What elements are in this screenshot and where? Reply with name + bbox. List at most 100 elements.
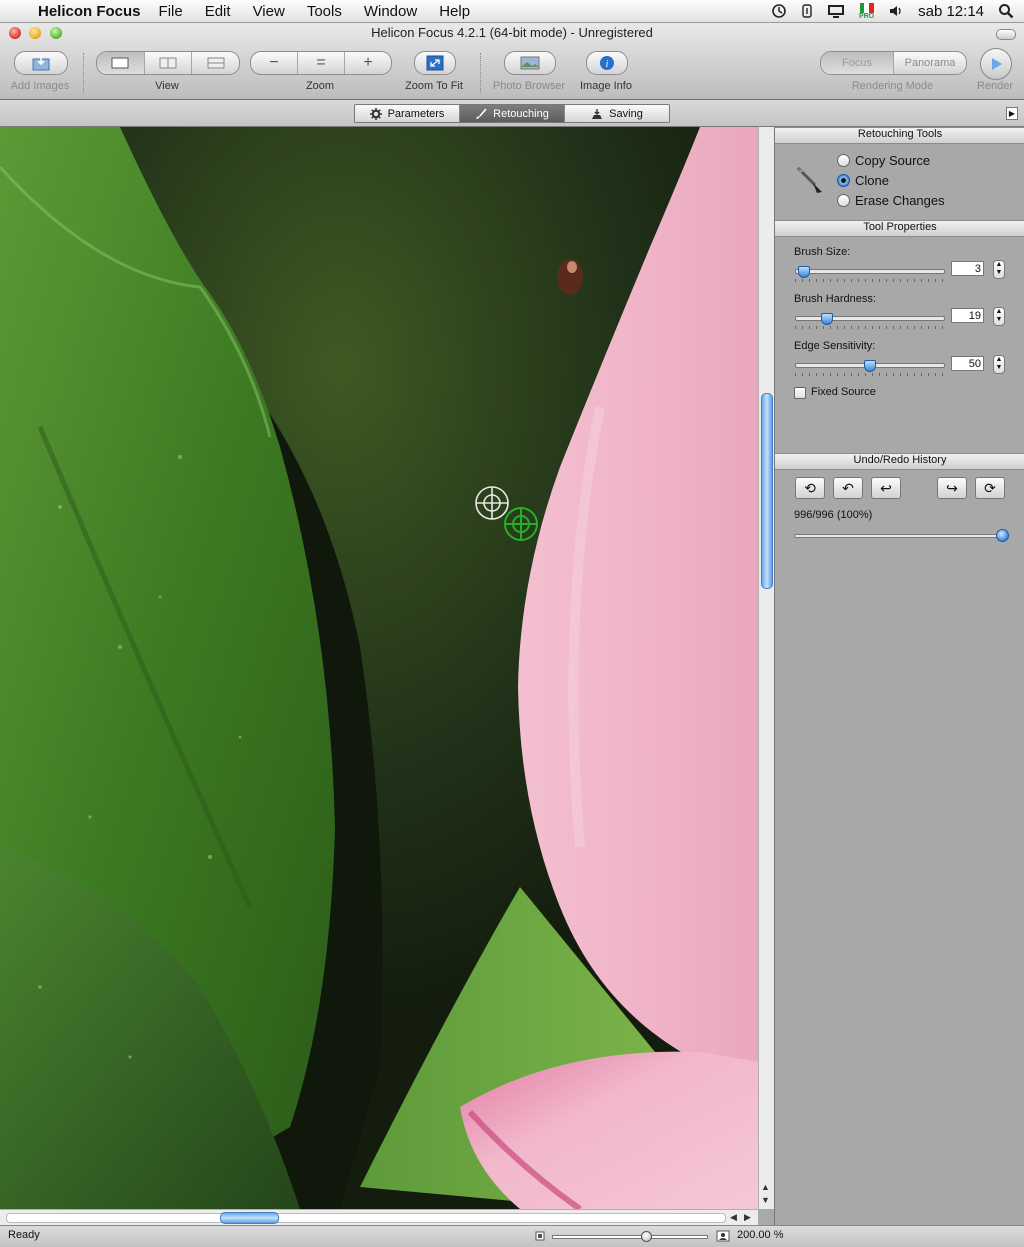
zoom-segmented-control[interactable]: − = + [250, 51, 392, 75]
brush-size-slider-knob[interactable] [798, 266, 810, 278]
retouching-panel: Retouching Tools Copy Source Clone Erase… [774, 127, 1024, 1225]
rendering-mode-label: Rendering Mode [851, 80, 934, 92]
tab-parameters[interactable]: Parameters [355, 105, 459, 122]
zoom-slider-knob[interactable] [641, 1231, 652, 1242]
rendering-mode-control[interactable]: Focus Panorama [820, 51, 967, 75]
scroll-down-arrow[interactable]: ▼ [761, 1195, 770, 1205]
radio-clone-button[interactable] [837, 174, 850, 187]
brush-hardness-input[interactable]: 19 [951, 308, 984, 323]
zoom-percentage: 200.00 % [737, 1229, 784, 1241]
volume-icon[interactable] [888, 3, 904, 19]
zoom-slider-track[interactable] [552, 1235, 708, 1239]
zoom-out-button[interactable]: − [251, 52, 297, 74]
window-title: Helicon Focus 4.2.1 (64-bit mode) - Unre… [371, 25, 653, 40]
history-slider-knob[interactable] [996, 529, 1009, 542]
redo-all-button[interactable]: ⟳ [975, 477, 1005, 499]
radio-erase-changes-button[interactable] [837, 194, 850, 207]
scroll-left-arrow[interactable]: ◀ [730, 1212, 737, 1223]
zoom-actual-button[interactable]: = [297, 52, 344, 74]
view-label: View [155, 80, 179, 92]
brush-hardness-slider-knob[interactable] [821, 313, 833, 325]
edge-sensitivity-slider-knob[interactable] [864, 360, 876, 372]
brush-hardness-label: Brush Hardness: [794, 293, 876, 305]
photo-browser-button[interactable] [504, 51, 556, 75]
play-icon [992, 58, 1002, 70]
edge-sensitivity-stepper[interactable]: ▲ ▼ [993, 355, 1005, 374]
macro-photo-image [0, 127, 758, 1209]
image-info-label: Image Info [580, 80, 632, 92]
menu-help[interactable]: Help [439, 3, 470, 20]
zoom-to-fit-label: Zoom To Fit [405, 80, 463, 92]
view-stacked-button[interactable] [191, 52, 239, 74]
radio-clone[interactable]: Clone [837, 173, 889, 188]
horizontal-scroll-track [6, 1213, 726, 1223]
panel-toggle-button[interactable]: ▶ [1006, 107, 1018, 120]
history-position: 996/996 (100%) [794, 509, 873, 521]
display-icon[interactable] [827, 3, 845, 19]
save-stack-icon [592, 108, 603, 119]
undo-redo-history-header: Undo/Redo History [775, 453, 1024, 470]
scroll-up-arrow[interactable]: ▲ [761, 1182, 770, 1192]
edge-sensitivity-slider-ticks [795, 373, 943, 376]
fixed-source-label: Fixed Source [811, 386, 876, 398]
zoom-in-button[interactable]: + [344, 52, 391, 74]
redo-button[interactable]: ↪ [937, 477, 967, 499]
brush-size-slider-track[interactable] [795, 269, 945, 274]
menu-view[interactable]: View [253, 3, 285, 20]
brush-hardness-stepper[interactable]: ▲ ▼ [993, 307, 1005, 326]
app-name-menu[interactable]: Helicon Focus [38, 3, 141, 20]
render-label: Render [976, 80, 1014, 92]
brush-hardness-slider-track[interactable] [795, 316, 945, 321]
image-canvas[interactable] [0, 127, 758, 1209]
view-single-button[interactable] [97, 52, 144, 74]
zoom-small-icon[interactable] [535, 1231, 545, 1241]
info-icon: i [600, 56, 614, 70]
undo-to-marker-button[interactable]: ↶ [833, 477, 863, 499]
status-bar: Ready 200.00 % [0, 1225, 1024, 1247]
tab-retouching[interactable]: Retouching [459, 105, 564, 122]
actual-size-icon[interactable] [716, 1230, 730, 1242]
zoom-to-fit-button[interactable] [414, 51, 456, 75]
brush-size-stepper[interactable]: ▲ ▼ [993, 260, 1005, 279]
add-images-label: Add Images [10, 80, 70, 92]
mode-focus-button[interactable]: Focus [821, 52, 893, 74]
render-button[interactable] [980, 48, 1012, 80]
split-view-icon [159, 57, 177, 69]
add-images-icon [32, 56, 50, 71]
vertical-scroll-thumb[interactable] [761, 393, 773, 589]
radio-copy-source-button[interactable] [837, 154, 850, 167]
brush-icon [476, 107, 487, 119]
view-split-button[interactable] [143, 52, 192, 74]
pro-badge: PRO [858, 12, 875, 20]
add-images-button[interactable] [14, 51, 68, 75]
radio-copy-source[interactable]: Copy Source [837, 153, 930, 168]
edge-sensitivity-input[interactable]: 50 [951, 356, 984, 371]
radio-erase-changes[interactable]: Erase Changes [837, 193, 945, 208]
horizontal-scrollbar[interactable]: ◀ ▶ [0, 1209, 758, 1225]
view-segmented-control[interactable] [96, 51, 240, 75]
mode-panorama-button[interactable]: Panorama [893, 52, 966, 74]
clone-target-crosshair [504, 507, 538, 541]
input-flag-icon[interactable]: PRO [858, 2, 875, 20]
image-info-button[interactable]: i [586, 51, 628, 75]
menu-file[interactable]: File [159, 3, 183, 20]
spotlight-search-icon[interactable] [998, 3, 1014, 19]
undo-all-button[interactable]: ⟲ [795, 477, 825, 499]
undo-button[interactable]: ↩ [871, 477, 901, 499]
clone-source-crosshair [475, 486, 509, 520]
menu-window[interactable]: Window [364, 3, 417, 20]
menubar-clock[interactable]: sab 12:14 [918, 3, 984, 20]
history-slider-track[interactable] [794, 534, 1004, 538]
tab-saving[interactable]: Saving [564, 105, 669, 122]
menu-tools[interactable]: Tools [307, 3, 342, 20]
time-machine-icon[interactable] [771, 3, 787, 19]
horizontal-scroll-thumb[interactable] [220, 1212, 279, 1224]
toolbar-toggle-button[interactable] [996, 29, 1016, 40]
brush-size-input[interactable]: 3 [951, 261, 984, 276]
fixed-source-checkbox[interactable] [794, 387, 806, 399]
vertical-scrollbar[interactable]: ▲ ▼ [758, 127, 774, 1209]
menu-edit[interactable]: Edit [205, 3, 231, 20]
tab-parameters-label: Parameters [387, 107, 445, 120]
scroll-right-arrow[interactable]: ▶ [744, 1212, 751, 1223]
script-menu-icon[interactable] [801, 3, 813, 19]
